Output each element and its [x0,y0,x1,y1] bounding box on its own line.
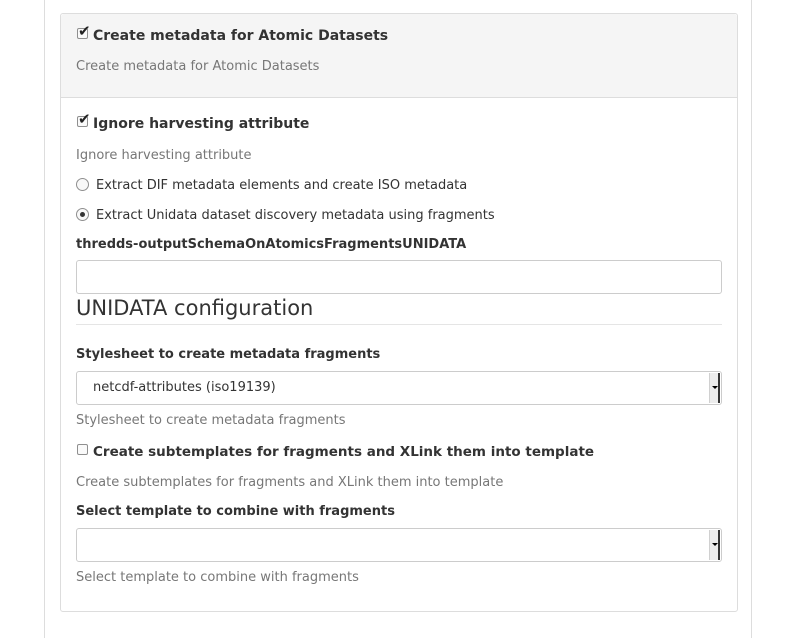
stylesheet-select[interactable]: netcdf-attributes (iso19139) [76,371,722,405]
stylesheet-help: Stylesheet to create metadata fragments [76,413,346,428]
template-help: Select template to combine with fragment… [76,570,359,585]
extract-dif-label: Extract DIF metadata elements and create… [96,178,468,193]
stylesheet-selected-value: netcdf-attributes (iso19139) [93,380,276,395]
dropdown-arrow-icon[interactable] [709,373,720,403]
output-schema-label: thredds-outputSchemaOnAtomicsFragmentsUN… [76,237,467,252]
extract-dif-radio[interactable] [76,178,89,191]
subtemplates-checkbox[interactable] [77,444,88,455]
extract-unidata-label: Extract Unidata dataset discovery metada… [96,208,495,223]
panel-heading [61,14,737,98]
ignore-harvesting-help: Ignore harvesting attribute [76,148,252,163]
checkmark-icon: ✔ [78,110,91,128]
checkmark-icon: ✔ [78,22,91,40]
extract-unidata-radio[interactable] [76,208,89,221]
subtemplates-help: Create subtemplates for fragments and XL… [76,475,504,490]
atomic-datasets-help: Create metadata for Atomic Datasets [76,59,320,74]
stylesheet-label: Stylesheet to create metadata fragments [76,347,381,362]
output-schema-input[interactable] [76,260,722,294]
template-select[interactable] [76,528,722,562]
template-label: Select template to combine with fragment… [76,504,395,519]
unidata-configuration-title: UNIDATA configuration [76,296,722,325]
radio-selected-dot-icon [80,212,85,217]
atomic-datasets-label: Create metadata for Atomic Datasets [93,28,389,44]
dropdown-arrow-icon[interactable] [709,530,720,560]
ignore-harvesting-label: Ignore harvesting attribute [93,116,310,132]
subtemplates-label: Create subtemplates for fragments and XL… [93,444,595,460]
